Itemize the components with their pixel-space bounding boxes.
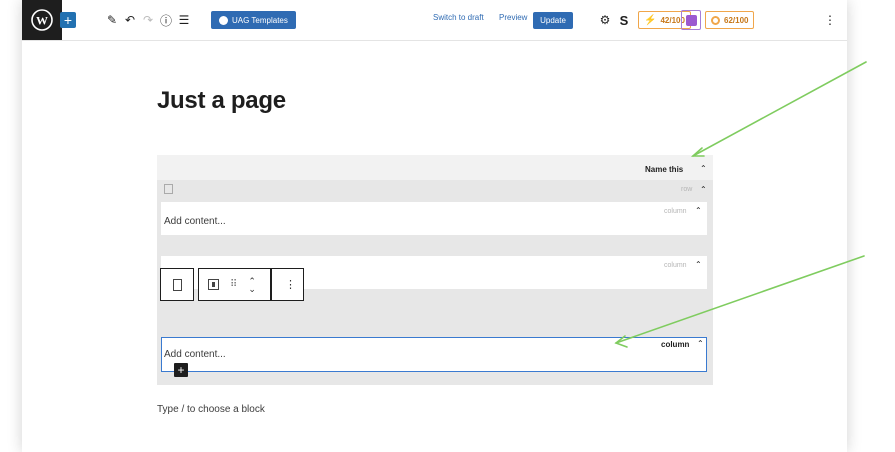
update-button[interactable]: Update <box>533 12 573 29</box>
column-label[interactable]: column <box>664 262 687 269</box>
add-block-toggle-button[interactable]: + <box>60 12 76 28</box>
chevron-up-icon[interactable]: ⌃ <box>697 339 704 348</box>
more-options-icon: ⋮ <box>285 279 296 291</box>
block-parent-selector[interactable] <box>160 268 194 301</box>
uag-templates-label: UAG Templates <box>232 15 288 25</box>
column-block-icon <box>173 278 182 291</box>
chevron-up-icon[interactable]: ⌃ <box>700 164 707 173</box>
info-icon[interactable]: ⓘ <box>158 0 174 40</box>
preview-button[interactable]: Preview <box>499 13 527 22</box>
chevron-up-icon[interactable]: ⌃ <box>695 260 702 269</box>
edit-tool-icon[interactable]: ✎ <box>104 0 120 40</box>
undo-icon[interactable]: ↶ <box>122 0 138 40</box>
redo-icon[interactable]: ↷ <box>140 0 156 40</box>
block-appender-hint[interactable]: Type / to choose a block <box>157 404 265 415</box>
svg-text:W: W <box>36 14 48 28</box>
block-options-button[interactable]: ⋮ <box>271 268 304 301</box>
more-options-icon[interactable]: ⋮ <box>822 0 838 40</box>
plugin-panel-button[interactable] <box>681 10 701 30</box>
add-block-button[interactable]: + <box>174 363 188 377</box>
block-type-icon[interactable] <box>208 279 219 290</box>
chevron-up-icon[interactable]: ⌃ <box>695 206 702 215</box>
row-block-icon <box>164 184 173 194</box>
row-block-label[interactable]: row <box>681 186 692 193</box>
column-label-selected[interactable]: column <box>661 340 689 349</box>
wordpress-logo-icon[interactable]: W <box>22 0 62 40</box>
readability-icon <box>711 15 720 25</box>
column-placeholder[interactable]: Add content... <box>164 349 226 360</box>
list-view-icon[interactable]: ☰ <box>176 0 192 40</box>
column-placeholder[interactable]: Add content... <box>164 216 226 227</box>
group-block-label[interactable]: Name this <box>645 165 683 174</box>
plugin-s-icon[interactable]: S <box>616 0 632 40</box>
group-header-bar <box>157 155 713 180</box>
readability-score-value: 62/100 <box>724 15 749 25</box>
column-block-1[interactable] <box>161 202 707 235</box>
drag-handle-icon[interactable]: ⠿ <box>230 279 237 290</box>
readability-score-button[interactable]: 62/100 <box>705 11 755 29</box>
settings-gear-icon[interactable]: ⚙ <box>597 0 613 40</box>
page-title[interactable]: Just a page <box>157 87 286 115</box>
column-block-3-selected[interactable] <box>161 337 707 372</box>
plugin-square-icon <box>685 14 697 26</box>
chevron-up-icon[interactable]: ⌃ <box>700 185 707 194</box>
move-up-down-icon[interactable]: ⌃ ⌄ <box>248 276 256 293</box>
seo-plugin-icon: ⚡ <box>644 14 657 26</box>
column-label[interactable]: column <box>664 208 687 215</box>
uag-templates-button[interactable]: UAG Templates <box>211 11 296 29</box>
block-toolbar: ⠿ ⌃ ⌄ <box>198 268 271 301</box>
switch-to-draft-button[interactable]: Switch to draft <box>433 13 484 22</box>
uag-logo-icon <box>219 15 228 25</box>
